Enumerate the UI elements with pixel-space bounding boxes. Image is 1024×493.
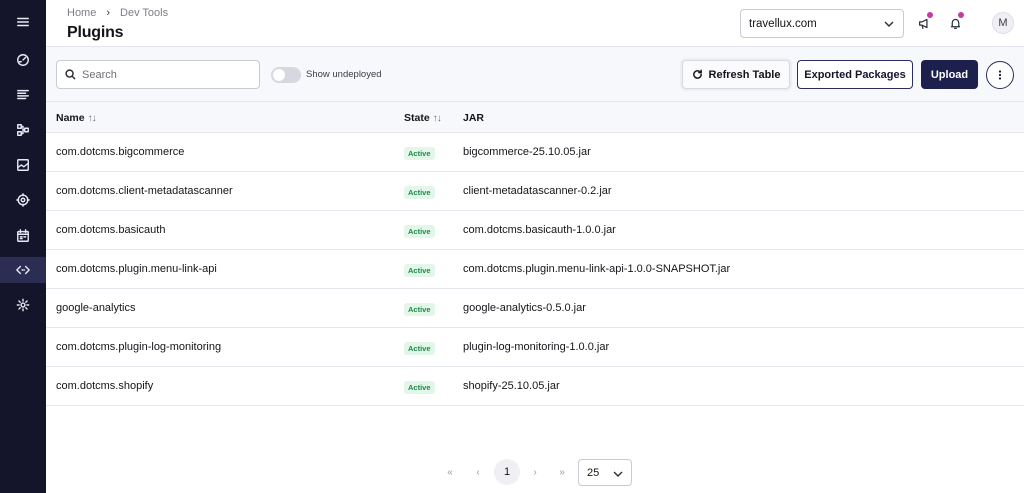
plugin-name: com.dotcms.plugin-log-monitoring xyxy=(56,341,222,353)
bell-icon xyxy=(950,18,960,29)
status-badge: Active xyxy=(404,264,435,277)
table-row[interactable]: com.dotcms.plugin.menu-link-api Active com… xyxy=(46,250,1024,289)
menu-toggle-button[interactable] xyxy=(8,9,38,35)
settings-icon xyxy=(16,298,30,312)
status-badge: Active xyxy=(404,303,435,316)
plugin-jar: plugin-log-monitoring-1.0.0.jar xyxy=(463,341,610,353)
toolbar: Show undeployed Refresh Table Exported P… xyxy=(46,47,1024,102)
sidebar-item-dev-tools[interactable] xyxy=(0,257,46,283)
column-jar-label: JAR xyxy=(463,112,485,124)
breadcrumb-home[interactable]: Home xyxy=(67,7,96,19)
next-page-button[interactable]: › xyxy=(522,459,548,485)
notifications-button[interactable] xyxy=(944,12,966,34)
page-title: Plugins xyxy=(67,24,124,41)
column-name-label: Name xyxy=(56,112,85,124)
sort-icon[interactable]: ↑↓ xyxy=(433,113,442,124)
plugin-name: com.dotcms.client-metadatascanner xyxy=(56,185,233,197)
sort-icon[interactable]: ↑↓ xyxy=(88,113,97,124)
rows-per-page-select[interactable]: 25 xyxy=(578,459,632,486)
media-icon xyxy=(17,159,29,171)
status-badge: Active xyxy=(404,225,435,238)
experiments-icon xyxy=(16,193,30,207)
more-vertical-icon xyxy=(998,70,1002,80)
exported-packages-button[interactable]: Exported Packages xyxy=(797,60,913,89)
plugin-jar: google-analytics-0.5.0.jar xyxy=(463,302,586,314)
avatar[interactable]: M xyxy=(992,12,1014,34)
rows-per-page-value: 25 xyxy=(587,466,600,479)
menu-icon xyxy=(17,17,29,27)
plugins-table: Name ↑↓ State ↑↓ JAR com.dotcms.bigcomme… xyxy=(46,102,1024,406)
chevron-down-icon xyxy=(613,471,623,477)
table-body: com.dotcms.bigcommerce Active bigcommerce-… xyxy=(46,133,1024,406)
page-button-current[interactable]: 1 xyxy=(494,459,520,485)
plugin-name: com.dotcms.basicauth xyxy=(56,224,166,236)
breadcrumb-dev-tools[interactable]: Dev Tools xyxy=(120,7,168,19)
refresh-table-button[interactable]: Refresh Table xyxy=(682,60,790,89)
plugin-jar: com.dotcms.basicauth-1.0.0.jar xyxy=(463,224,616,236)
site-selector-value: travellux.com xyxy=(749,17,817,30)
sidebar-item-settings[interactable] xyxy=(8,292,38,318)
breadcrumb: Home › Dev Tools xyxy=(67,7,168,19)
toggle-knob xyxy=(273,69,285,81)
status-badge: Active xyxy=(404,147,435,160)
plugin-name: com.dotcms.plugin.menu-link-api xyxy=(56,263,217,275)
search-icon xyxy=(65,69,76,80)
site-selector[interactable]: travellux.com xyxy=(740,9,904,38)
plugin-jar: bigcommerce-25.10.05.jar xyxy=(463,146,591,158)
sidebar-item-content[interactable] xyxy=(8,82,38,108)
notification-dot xyxy=(958,12,964,18)
table-row[interactable]: com.dotcms.client-metadatascanner Active c… xyxy=(46,172,1024,211)
previous-page-button[interactable]: ‹ xyxy=(465,459,491,485)
plugin-jar: shopify-25.10.05.jar xyxy=(463,380,560,392)
sidebar-item-media[interactable] xyxy=(8,152,38,178)
chevron-down-icon xyxy=(884,21,894,27)
notification-dot xyxy=(927,12,933,18)
plugin-jar: com.dotcms.plugin.menu-link-api-1.0.0-SN… xyxy=(463,263,731,275)
calendar-icon xyxy=(17,229,29,242)
structure-icon xyxy=(17,124,29,136)
sidebar-item-calendar[interactable] xyxy=(8,223,38,249)
table-row[interactable]: com.dotcms.plugin-log-monitoring Active pl… xyxy=(46,328,1024,367)
sidebar-item-structure[interactable] xyxy=(8,117,38,143)
column-header-name[interactable]: Name ↑↓ xyxy=(56,112,97,124)
table-header: Name ↑↓ State ↑↓ JAR xyxy=(46,102,1024,133)
column-state-label: State xyxy=(404,112,430,124)
show-undeployed-toggle[interactable] xyxy=(271,67,301,83)
search-box[interactable] xyxy=(56,60,260,89)
dashboard-icon xyxy=(17,54,29,66)
table-row[interactable]: google-analytics Active google-analytics-0… xyxy=(46,289,1024,328)
refresh-table-label: Refresh Table xyxy=(708,68,781,81)
chevron-right-icon: › xyxy=(106,7,111,19)
table-row[interactable]: com.dotcms.basicauth Active com.dotcms.bas… xyxy=(46,211,1024,250)
plugin-name: com.dotcms.bigcommerce xyxy=(56,146,185,158)
announcements-button[interactable] xyxy=(913,12,935,34)
sidebar-item-dashboard[interactable] xyxy=(8,47,38,73)
dev-tools-icon xyxy=(16,265,30,275)
refresh-icon xyxy=(692,69,702,79)
first-page-button[interactable]: « xyxy=(437,459,463,485)
top-header: Home › Dev Tools Plugins travellux.com M xyxy=(46,0,1024,47)
plugin-name: google-analytics xyxy=(56,302,136,314)
table-row[interactable]: com.dotcms.shopify Active shopify-25.10.05… xyxy=(46,367,1024,406)
status-badge: Active xyxy=(404,381,435,394)
plugin-name: com.dotcms.shopify xyxy=(56,380,154,392)
search-input[interactable] xyxy=(82,68,242,81)
plugin-jar: client-metadatascanner-0.2.jar xyxy=(463,185,612,197)
show-undeployed-label: Show undeployed xyxy=(306,69,382,80)
sidebar xyxy=(0,0,46,493)
column-header-jar: JAR xyxy=(463,112,484,124)
megaphone-icon xyxy=(918,18,928,29)
status-badge: Active xyxy=(404,342,435,355)
table-row[interactable]: com.dotcms.bigcommerce Active bigcommerce-… xyxy=(46,133,1024,172)
content-icon xyxy=(17,89,29,100)
upload-button[interactable]: Upload xyxy=(921,60,978,89)
sidebar-item-experiments[interactable] xyxy=(8,187,38,213)
more-options-button[interactable] xyxy=(986,61,1014,89)
last-page-button[interactable]: » xyxy=(549,459,575,485)
column-header-state[interactable]: State ↑↓ xyxy=(404,112,442,124)
status-badge: Active xyxy=(404,186,435,199)
